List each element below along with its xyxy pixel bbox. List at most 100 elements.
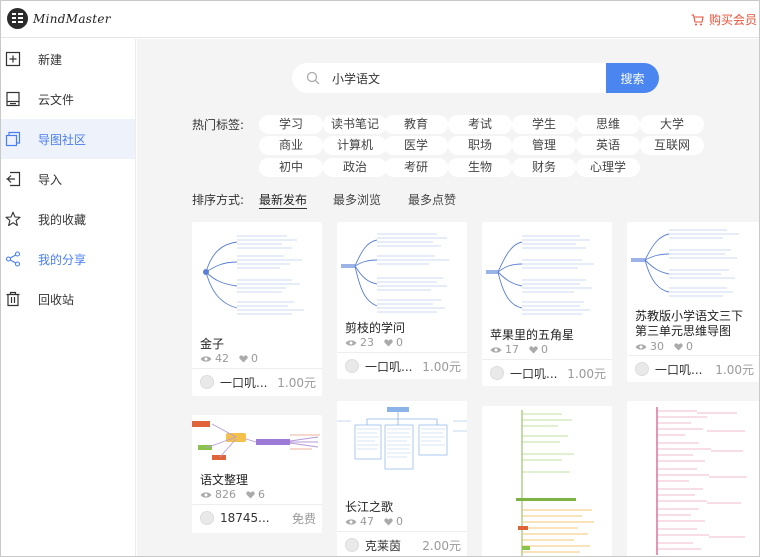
view-count: 30 (650, 340, 664, 353)
tag-item[interactable]: 生物 (448, 158, 512, 177)
search-input[interactable] (332, 71, 582, 85)
sidebar-item-import[interactable]: 导入 (1, 159, 135, 199)
like-count-icon (384, 338, 393, 346)
tag-item[interactable]: 读书笔记 (323, 115, 387, 134)
like-count-icon (674, 342, 683, 350)
mindmap-card[interactable]: 长江之歌 47 0 克莱茵 2.00元 (337, 401, 467, 556)
avatar (200, 511, 214, 525)
mindmap-card[interactable]: 苏教版小学语文三下第三单元思维导图 30 0 一口叽... 1.00元 (627, 222, 759, 382)
tag-item[interactable]: 医学 (384, 136, 448, 155)
mindmap-thumbnail (341, 233, 449, 313)
tag-item[interactable]: 职场 (448, 136, 512, 155)
mindmap-card[interactable] (482, 406, 612, 556)
like-count: 0 (396, 336, 403, 349)
like-count: 0 (541, 343, 548, 356)
author-name[interactable]: 一口叽... (510, 365, 570, 382)
sort-option-most-viewed[interactable]: 最多浏览 (333, 191, 381, 208)
cart-icon (691, 13, 704, 25)
mindmap-card[interactable]: 苹果里的五角星 17 0 一口叽... 1.00元 (482, 222, 612, 386)
mindmap-card[interactable]: 金子 42 0 一口叽... 1.00元 (192, 222, 322, 396)
avatar (345, 359, 359, 373)
mindmap-card[interactable]: 语文整理 826 6 18745... 免费 (192, 415, 322, 533)
card-stats: 42 0 (200, 352, 258, 365)
view-count-icon (635, 343, 647, 350)
sort-option-most-liked[interactable]: 最多点赞 (408, 191, 456, 208)
sidebar-item-my-shares[interactable]: 我的分享 (1, 239, 135, 279)
tag-item[interactable]: 商业 (259, 136, 323, 155)
view-count-icon (490, 346, 502, 353)
author-name[interactable]: 一口叽... (655, 361, 715, 378)
sidebar-item-label: 我的分享 (38, 252, 87, 267)
view-count-icon (345, 518, 357, 525)
mindmap-card[interactable]: 剪枝的学问 23 0 一口叽... 1.00元 (337, 222, 467, 379)
view-count: 47 (360, 515, 374, 528)
tag-item[interactable]: 心理学 (576, 158, 640, 177)
card-footer: 一口叽... 1.00元 (482, 359, 612, 386)
community-icon (5, 131, 21, 147)
card-footer: 克莱茵 2.00元 (337, 531, 467, 556)
new-file-icon (5, 51, 21, 67)
search-bar: 搜索 (292, 63, 659, 93)
tag-item[interactable]: 考试 (448, 115, 512, 134)
card-title: 苹果里的五角星 (490, 328, 575, 342)
buy-membership-label: 购买会员 (708, 13, 757, 27)
view-count-icon (200, 355, 212, 362)
sidebar-item-label: 云文件 (38, 92, 75, 107)
author-name[interactable]: 克莱茵 (365, 537, 425, 554)
mindmap-thumbnail (631, 229, 739, 297)
sidebar-item-label: 我的收藏 (38, 212, 87, 227)
hot-tags-label: 热门标签: (192, 118, 245, 132)
like-count: 0 (686, 340, 693, 353)
avatar (200, 375, 214, 389)
sidebar-item-label: 回收站 (38, 292, 75, 307)
buy-membership-button[interactable]: 购买会员 (691, 11, 757, 28)
view-count-icon (345, 339, 357, 346)
search-button[interactable]: 搜索 (606, 63, 659, 93)
sort-label: 排序方式: (192, 193, 245, 207)
card-stats: 47 0 (345, 515, 403, 528)
tag-item[interactable]: 学习 (259, 115, 323, 134)
tag-item[interactable]: 互联网 (640, 136, 704, 155)
sidebar: 新建 云文件 导图社区 导入 我的收藏 我的分享 回收站 (1, 39, 136, 556)
tag-item[interactable]: 管理 (512, 136, 576, 155)
like-count: 6 (258, 488, 265, 501)
tag-item[interactable]: 财务 (512, 158, 576, 177)
price-label: 1.00元 (422, 359, 461, 374)
view-count: 42 (215, 352, 229, 365)
import-icon (6, 171, 21, 187)
mindmap-card[interactable] (627, 401, 759, 556)
view-count: 23 (360, 336, 374, 349)
tag-item[interactable]: 教育 (384, 115, 448, 134)
tag-item[interactable]: 学生 (512, 115, 576, 134)
tag-item[interactable]: 计算机 (323, 136, 387, 155)
sidebar-item-cloud-files[interactable]: 云文件 (1, 79, 135, 119)
tag-item[interactable]: 英语 (576, 136, 640, 155)
star-icon (5, 211, 21, 227)
sort-option-newest[interactable]: 最新发布 (259, 191, 308, 209)
card-footer: 一口叽... 1.00元 (337, 352, 467, 379)
tag-item[interactable]: 政治 (323, 158, 387, 177)
mindmap-thumbnail (516, 410, 594, 556)
sidebar-item-recycle-bin[interactable]: 回收站 (1, 279, 135, 319)
card-stats: 30 0 (635, 340, 693, 353)
price-label: 1.00元 (277, 375, 316, 390)
like-count-icon (239, 354, 248, 362)
avatar (635, 362, 649, 376)
mindmap-thumbnail (656, 407, 747, 555)
avatar (490, 366, 504, 380)
tag-item[interactable]: 思维 (576, 115, 640, 134)
author-name[interactable]: 18745... (220, 511, 280, 525)
sidebar-item-favorites[interactable]: 我的收藏 (1, 199, 135, 239)
like-count-icon (384, 517, 393, 525)
avatar (345, 538, 359, 552)
tag-item[interactable]: 大学 (640, 115, 704, 134)
price-label: 1.00元 (567, 366, 606, 381)
author-name[interactable]: 一口叽... (220, 374, 280, 391)
tag-item[interactable]: 初中 (259, 158, 323, 177)
logo-icon (7, 8, 28, 29)
author-name[interactable]: 一口叽... (365, 358, 425, 375)
tag-item[interactable]: 考研 (384, 158, 448, 177)
view-count: 17 (505, 343, 519, 356)
sidebar-item-new[interactable]: 新建 (1, 39, 135, 79)
sidebar-item-community[interactable]: 导图社区 (1, 119, 135, 159)
